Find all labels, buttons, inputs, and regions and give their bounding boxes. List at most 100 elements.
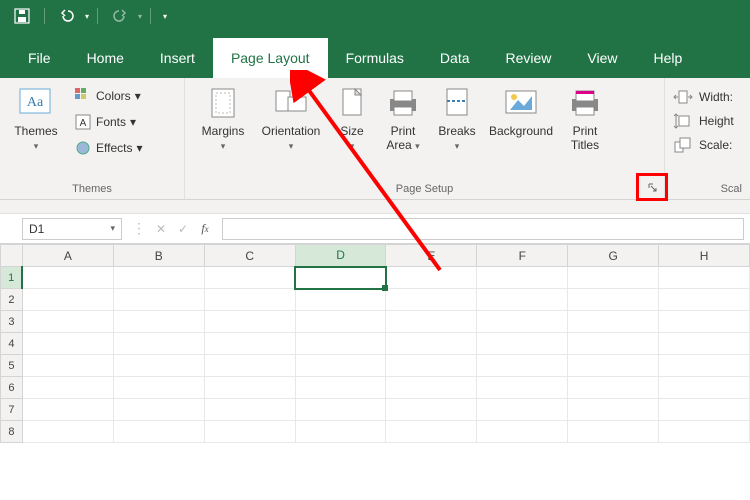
column-header[interactable]: A <box>22 245 113 267</box>
cell[interactable] <box>295 421 386 443</box>
cell[interactable] <box>295 311 386 333</box>
cell[interactable] <box>113 289 204 311</box>
cell[interactable] <box>113 421 204 443</box>
cell[interactable] <box>113 333 204 355</box>
cell[interactable] <box>659 267 750 289</box>
cell[interactable] <box>659 333 750 355</box>
select-all-corner[interactable] <box>1 245 23 267</box>
cell[interactable] <box>204 267 295 289</box>
cell[interactable] <box>477 289 568 311</box>
tab-insert[interactable]: Insert <box>142 38 213 78</box>
cell[interactable] <box>568 377 659 399</box>
cell[interactable] <box>204 377 295 399</box>
cell[interactable] <box>386 399 477 421</box>
cell[interactable] <box>22 377 113 399</box>
cell[interactable] <box>22 355 113 377</box>
margins-button[interactable]: Margins▾ <box>193 84 253 153</box>
page-setup-dialog-launcher[interactable] <box>646 181 660 195</box>
themes-button[interactable]: Aa Themes▾ <box>8 84 64 153</box>
cell[interactable] <box>659 355 750 377</box>
cell[interactable] <box>477 355 568 377</box>
cell[interactable] <box>568 333 659 355</box>
formula-input[interactable] <box>222 218 744 240</box>
cell[interactable] <box>113 311 204 333</box>
cell[interactable] <box>22 267 113 289</box>
cell[interactable] <box>204 311 295 333</box>
print-titles-button[interactable]: Print Titles <box>559 84 611 152</box>
cell[interactable] <box>477 311 568 333</box>
cell[interactable] <box>477 399 568 421</box>
effects-button[interactable]: Effects ▾ <box>70 136 147 160</box>
column-header[interactable]: F <box>477 245 568 267</box>
column-header[interactable]: H <box>659 245 750 267</box>
cell[interactable] <box>386 421 477 443</box>
cell[interactable] <box>386 311 477 333</box>
cell[interactable] <box>22 311 113 333</box>
undo-button[interactable] <box>53 4 81 28</box>
cell[interactable] <box>204 399 295 421</box>
cell[interactable] <box>113 355 204 377</box>
cell[interactable] <box>22 289 113 311</box>
tab-review[interactable]: Review <box>488 38 570 78</box>
cell[interactable] <box>295 399 386 421</box>
tab-page-layout[interactable]: Page Layout <box>213 38 328 78</box>
name-box[interactable]: D1 ▾ <box>22 218 122 240</box>
cell[interactable] <box>386 377 477 399</box>
row-header[interactable]: 5 <box>1 355 23 377</box>
tab-formulas[interactable]: Formulas <box>328 38 422 78</box>
cell[interactable] <box>568 267 659 289</box>
tab-home[interactable]: Home <box>69 38 142 78</box>
cell[interactable] <box>295 355 386 377</box>
size-button[interactable]: Size▾ <box>329 84 375 153</box>
cell[interactable] <box>477 267 568 289</box>
colors-button[interactable]: Colors ▾ <box>70 84 147 108</box>
orientation-button[interactable]: Orientation▾ <box>255 84 327 153</box>
cell[interactable] <box>659 377 750 399</box>
cell[interactable] <box>568 399 659 421</box>
cell[interactable] <box>568 421 659 443</box>
cell[interactable] <box>386 267 477 289</box>
column-header[interactable]: E <box>386 245 477 267</box>
cancel-formula-button[interactable]: ✕ <box>150 218 172 240</box>
cell[interactable] <box>386 333 477 355</box>
cell[interactable] <box>477 333 568 355</box>
row-header[interactable]: 7 <box>1 399 23 421</box>
cell[interactable] <box>113 377 204 399</box>
scale-height-control[interactable]: Height <box>673 110 734 132</box>
cell[interactable] <box>477 421 568 443</box>
insert-function-button[interactable]: fx <box>194 218 216 240</box>
cell[interactable] <box>204 421 295 443</box>
cell[interactable] <box>659 289 750 311</box>
cell[interactable] <box>204 289 295 311</box>
qat-customize-dropdown[interactable]: ▾ <box>159 12 171 21</box>
resize-handle[interactable]: ⋮ <box>128 220 150 237</box>
enter-formula-button[interactable]: ✓ <box>172 218 194 240</box>
row-header[interactable]: 2 <box>1 289 23 311</box>
scale-scale-control[interactable]: Scale: <box>673 134 734 156</box>
print-area-button[interactable]: Print Area ▾ <box>377 84 429 153</box>
cell[interactable] <box>659 421 750 443</box>
cell[interactable] <box>295 377 386 399</box>
cell[interactable] <box>568 355 659 377</box>
cell[interactable] <box>22 333 113 355</box>
background-button[interactable]: Background <box>485 84 557 138</box>
tab-file[interactable]: File <box>10 38 69 78</box>
column-header[interactable]: C <box>204 245 295 267</box>
fonts-button[interactable]: A Fonts ▾ <box>70 110 147 134</box>
breaks-button[interactable]: Breaks▾ <box>431 84 483 153</box>
cell[interactable] <box>477 377 568 399</box>
tab-data[interactable]: Data <box>422 38 488 78</box>
tab-help[interactable]: Help <box>636 38 701 78</box>
cell[interactable] <box>659 399 750 421</box>
cell[interactable] <box>204 355 295 377</box>
cell[interactable] <box>386 355 477 377</box>
redo-dropdown[interactable]: ▾ <box>138 12 142 21</box>
column-header[interactable]: D <box>295 245 386 267</box>
row-header[interactable]: 3 <box>1 311 23 333</box>
cell[interactable] <box>113 267 204 289</box>
cell[interactable] <box>22 421 113 443</box>
cell[interactable] <box>568 289 659 311</box>
column-header[interactable]: G <box>568 245 659 267</box>
redo-button[interactable] <box>106 4 134 28</box>
scale-width-control[interactable]: Width: <box>673 86 734 108</box>
